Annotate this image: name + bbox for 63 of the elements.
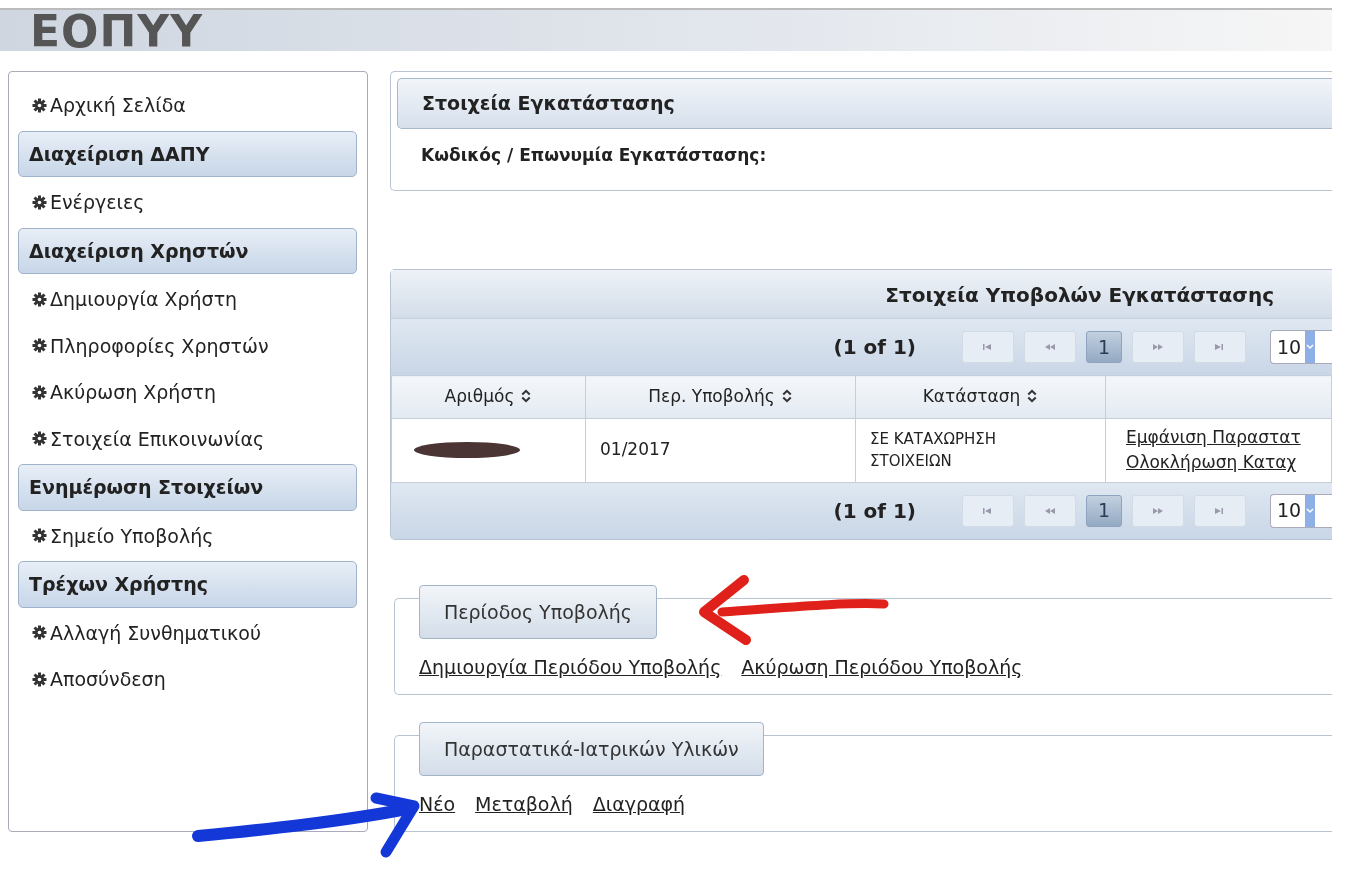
first-page-button[interactable] bbox=[962, 331, 1014, 363]
next-page-icon bbox=[1151, 342, 1165, 352]
site-logo: ΕΟΠΥΥ bbox=[30, 6, 203, 57]
prev-page-button[interactable] bbox=[1024, 494, 1076, 527]
sidebar-link[interactable]: Ακύρωση Χρήστη bbox=[18, 369, 357, 416]
gear-icon bbox=[32, 194, 47, 210]
column-header[interactable]: Αριθμός bbox=[391, 375, 586, 418]
sidebar-link[interactable]: Πληροφορίες Χρηστών bbox=[18, 322, 357, 369]
sidebar-link[interactable]: Ενέργειες bbox=[18, 179, 357, 226]
sidebar-link[interactable]: Δημιουργία Χρήστη bbox=[18, 276, 357, 323]
action-link[interactable]: Διαγραφή bbox=[592, 790, 686, 819]
sort-icon bbox=[1026, 389, 1039, 403]
sidebar-link[interactable]: Αποσύνδεση bbox=[18, 656, 357, 703]
sidebar-section-header: Ενημέρωση Στοιχείων bbox=[18, 464, 357, 511]
gear-icon bbox=[32, 625, 47, 641]
first-page-button[interactable] bbox=[962, 494, 1014, 527]
column-header[interactable]: Κατάσταση bbox=[855, 375, 1106, 418]
sidebar-section-header: Διαχείριση Χρηστών bbox=[18, 227, 357, 274]
table-cell: 01/2017 bbox=[585, 418, 856, 482]
fieldset-legend: Παραστατικά-Ιατρικών Υλικών bbox=[419, 721, 764, 776]
gear-icon bbox=[32, 338, 47, 354]
column-header[interactable]: Περ. Υποβολής bbox=[585, 375, 856, 418]
action-link[interactable]: Δημιουργία Περιόδου Υποβολής bbox=[419, 653, 722, 682]
prev-page-button[interactable] bbox=[1024, 331, 1076, 363]
table-link[interactable]: Εμφάνιση Παραστατ bbox=[1126, 426, 1301, 447]
last-page-button[interactable] bbox=[1194, 331, 1246, 363]
gear-icon bbox=[32, 291, 47, 307]
next-page-icon bbox=[1151, 505, 1165, 516]
action-link[interactable]: Νέο bbox=[419, 790, 456, 819]
dropdown-icon bbox=[1305, 494, 1316, 527]
dropdown-icon bbox=[1305, 331, 1316, 363]
page-button[interactable]: 1 bbox=[1086, 494, 1122, 527]
page-summary: (1 of 1) bbox=[833, 497, 916, 525]
page-summary: (1 of 1) bbox=[833, 334, 916, 361]
gear-icon bbox=[32, 384, 47, 400]
action-link[interactable]: Μεταβολή bbox=[475, 790, 573, 819]
sort-icon bbox=[780, 389, 793, 403]
gear-icon bbox=[32, 97, 47, 113]
sidebar-link[interactable]: Αρχική Σελίδα bbox=[18, 82, 357, 129]
sort-icon bbox=[520, 389, 533, 403]
gear-icon bbox=[32, 431, 47, 447]
sidebar-link[interactable]: Σημείο Υποβολής bbox=[18, 512, 357, 559]
field-label: Κωδικός / Επωνυμία Εγκατάστασης: bbox=[421, 144, 767, 165]
sidebar-link[interactable]: Αλλαγή Συνθηματικού bbox=[18, 609, 357, 656]
gear-icon bbox=[32, 671, 47, 687]
previous-page-icon bbox=[1043, 342, 1057, 352]
sidebar-section-header: Διαχείριση ΔΑΠΥ bbox=[18, 130, 357, 177]
page-size-select[interactable]: 10 bbox=[1270, 330, 1332, 364]
page-button[interactable]: 1 bbox=[1086, 331, 1122, 363]
fieldset-legend: Περίοδος Υποβολής bbox=[419, 584, 657, 639]
sidebar-link[interactable]: Στοιχεία Επικοινωνίας bbox=[18, 415, 357, 462]
action-link[interactable]: Ακύρωση Περιόδου Υποβολής bbox=[741, 653, 1023, 682]
gear-icon bbox=[32, 528, 47, 544]
panel-title: Στοιχεία Εγκατάστασης bbox=[397, 78, 1332, 129]
next-page-button[interactable] bbox=[1132, 494, 1184, 527]
previous-page-icon bbox=[1043, 505, 1057, 516]
last-page-button[interactable] bbox=[1194, 494, 1246, 527]
table-cell: ΣΕ ΚΑΤΑΧΩΡΗΣΗ ΣΤΟΙΧΕΙΩΝ bbox=[855, 418, 1106, 482]
table-link[interactable]: Ολοκλήρωση Καταχ bbox=[1126, 452, 1297, 472]
page-size-select[interactable]: 10 bbox=[1270, 493, 1332, 528]
sidebar-section-header: Τρέχων Χρήστης bbox=[18, 561, 357, 608]
next-page-button[interactable] bbox=[1132, 331, 1184, 363]
grid-title: Στοιχεία Υποβολών Εγκατάστασης bbox=[391, 270, 1332, 319]
